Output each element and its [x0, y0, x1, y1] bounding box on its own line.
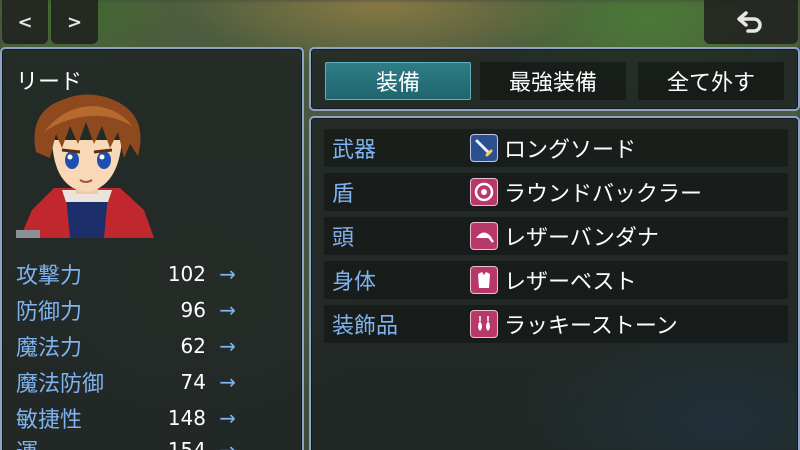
- stat-value: 96: [180, 298, 206, 322]
- stat-row-attack: 攻撃力 102 →: [16, 259, 236, 289]
- slot-type-label: 装飾品: [332, 314, 399, 339]
- command-label: 最強装備: [508, 71, 597, 96]
- slot-type-label: 武器: [332, 138, 377, 163]
- right-arrow-icon: →: [219, 406, 236, 430]
- stat-name: 魔法防御: [16, 372, 105, 397]
- right-arrow-icon: →: [219, 370, 236, 394]
- right-arrow-icon: →: [219, 334, 236, 358]
- right-arrow-icon: →: [219, 262, 236, 286]
- slot-row-weapon[interactable]: 武器 ロングソード: [324, 129, 788, 167]
- slot-item-name: レザーベスト: [504, 270, 637, 295]
- slot-row-accessory[interactable]: 装飾品 ラッキーストーン: [324, 305, 788, 343]
- chevron-left-icon: <: [17, 11, 33, 33]
- clear-command-button[interactable]: 全て外す: [638, 62, 784, 100]
- stat-row-luck: 運 154 →: [16, 435, 236, 450]
- right-arrow-icon: →: [219, 298, 236, 322]
- chevron-right-icon: >: [66, 11, 83, 33]
- slot-item-name: ラッキーストーン: [504, 314, 678, 339]
- stat-name: 魔法力: [16, 336, 83, 361]
- slot-item-name: レザーバンダナ: [504, 226, 659, 251]
- command-label: 装備: [375, 71, 420, 96]
- bandana-icon: [470, 222, 498, 250]
- stat-row-magic-defense: 魔法防御 74 →: [16, 367, 236, 397]
- stat-value: 154: [167, 438, 206, 450]
- next-actor-button[interactable]: >: [51, 0, 98, 44]
- slot-item-name: ロングソード: [504, 138, 637, 163]
- stat-value: 148: [167, 406, 206, 430]
- stat-name: 敏捷性: [16, 408, 83, 433]
- actor-portrait: [16, 94, 154, 238]
- stat-value: 102: [167, 262, 206, 286]
- shield-icon: [470, 178, 498, 206]
- stat-row-defense: 防御力 96 →: [16, 295, 236, 325]
- stat-value: 62: [180, 334, 206, 358]
- stat-name: 防御力: [16, 300, 83, 325]
- slot-item-name: ラウンドバックラー: [504, 182, 703, 207]
- sword-icon: [470, 134, 498, 162]
- right-arrow-icon: →: [219, 438, 236, 450]
- slot-type-label: 身体: [332, 270, 377, 295]
- armor-icon: [470, 266, 498, 294]
- stat-name: 運: [16, 434, 156, 450]
- return-arrow-icon: [737, 11, 762, 33]
- back-button[interactable]: [704, 0, 798, 44]
- slot-type-label: 頭: [332, 226, 355, 251]
- slot-row-body[interactable]: 身体 レザーベスト: [324, 261, 788, 299]
- slot-type-label: 盾: [332, 182, 355, 207]
- stat-name: 攻撃力: [16, 264, 83, 289]
- stat-row-agility: 敏捷性 148 →: [16, 403, 236, 433]
- slot-row-head[interactable]: 頭 レザーバンダナ: [324, 217, 788, 255]
- earring-icon: [470, 310, 498, 338]
- stat-row-magic-attack: 魔法力 62 →: [16, 331, 236, 361]
- optimize-command-button[interactable]: 最強装備: [480, 62, 626, 100]
- equip-command-button[interactable]: 装備: [325, 62, 471, 100]
- previous-actor-button[interactable]: <: [2, 0, 48, 44]
- stat-value: 74: [180, 370, 206, 394]
- command-label: 全て外す: [666, 71, 755, 96]
- slot-row-shield[interactable]: 盾 ラウンドバックラー: [324, 173, 788, 211]
